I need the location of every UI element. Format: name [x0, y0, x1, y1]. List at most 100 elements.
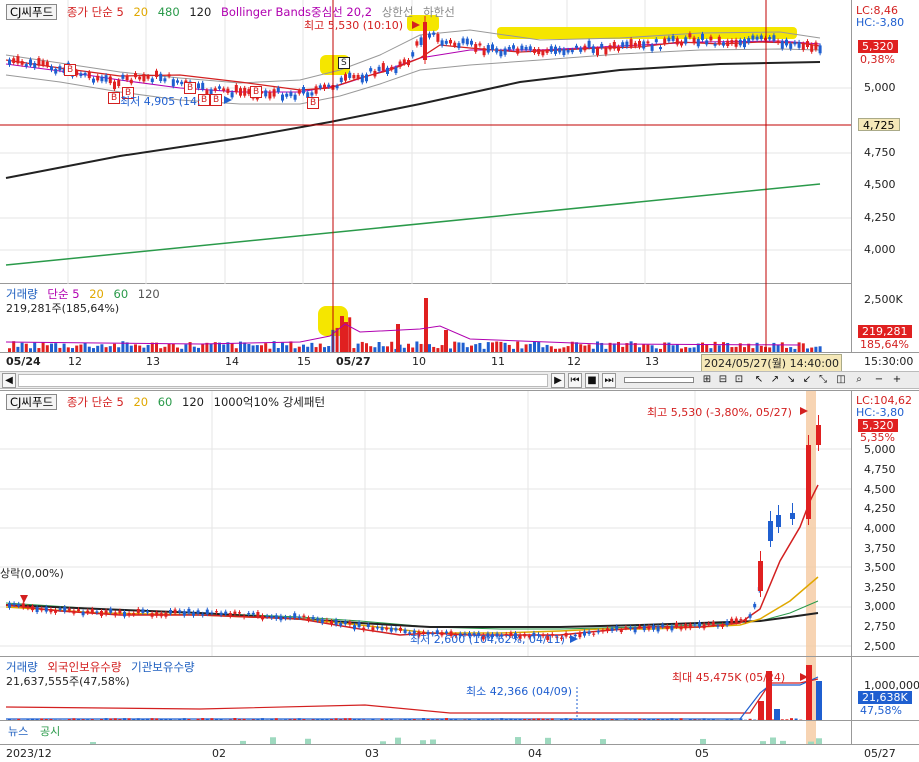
candle-body — [713, 43, 717, 46]
zoom-in-icon[interactable]: + — [890, 373, 904, 388]
candle-body — [373, 70, 377, 77]
jump-start-icon[interactable]: ⏮ — [568, 373, 582, 388]
volume-bar — [54, 343, 58, 352]
news-panel[interactable]: 뉴스 공시 — [0, 720, 851, 745]
daily-price-panel[interactable]: CJ씨푸드 종가 단순 5 20 60 120 1000억10% 강세패턴 최고… — [0, 390, 851, 657]
candle-body — [205, 609, 209, 615]
candle-body — [398, 61, 402, 67]
stock-code-label[interactable]: CJ씨푸드 — [6, 4, 58, 20]
daily-time-axis: 2023/12 02 03 04 05 05/27 — [0, 744, 919, 762]
candle-body — [503, 48, 507, 55]
intraday-price-panel[interactable]: B B B B B B B B S CJ씨푸드 종가 단순 5 20 480 1… — [0, 0, 851, 284]
candle-body — [670, 625, 674, 631]
candle-body — [279, 615, 283, 621]
stop-icon[interactable]: ■ — [585, 373, 599, 388]
candle-body — [17, 603, 21, 607]
candle-body — [465, 38, 469, 45]
candle-body — [339, 622, 343, 626]
buy-signal-marker: B — [250, 86, 263, 98]
candle-body — [748, 614, 752, 618]
candle-body — [150, 78, 154, 83]
candle-body — [169, 609, 172, 614]
candle-body — [491, 44, 494, 51]
candle-body — [776, 40, 780, 43]
jump-end-icon[interactable]: ⏭ — [602, 373, 616, 388]
tool-icon[interactable]: ⊡ — [732, 373, 746, 388]
candle-body — [155, 70, 158, 77]
candle-body — [453, 42, 457, 46]
legend-ma20: 20 — [133, 5, 149, 19]
candle-body — [818, 45, 822, 54]
y-tick: 4,000 — [864, 522, 896, 535]
candle-body — [86, 610, 90, 614]
candle-body — [182, 611, 186, 616]
candle-body — [461, 38, 465, 44]
candle-body — [403, 629, 407, 634]
scroll-left-button[interactable]: ◀ — [2, 373, 16, 388]
volume-bar — [503, 342, 507, 352]
candle-body — [24, 64, 28, 67]
tool-icon[interactable]: ⤡ — [816, 373, 830, 388]
search-icon[interactable]: ⌕ — [852, 373, 866, 388]
candle-body — [201, 613, 205, 616]
scroll-right-button[interactable]: ▶ — [551, 373, 565, 388]
candle-body — [606, 628, 609, 632]
volume-bar — [507, 344, 511, 352]
candle-body — [495, 48, 499, 53]
news-label: 뉴스 — [8, 725, 29, 738]
candle-body — [180, 81, 184, 85]
candle-body — [665, 625, 669, 630]
volume-bar — [579, 344, 583, 352]
volume-bar — [453, 341, 457, 352]
tool-icon[interactable]: ⊟ — [716, 373, 730, 388]
candle-body — [33, 63, 37, 68]
candle-body — [385, 627, 389, 630]
tool-icon[interactable]: ↖ — [752, 373, 766, 388]
candle-body — [390, 66, 394, 70]
daily-volume-panel[interactable]: 거래량 외국인보유수량 기관보유수량 21,637,555주(47,58%) 최… — [0, 656, 851, 721]
volume-bar — [575, 342, 578, 352]
intraday-price-axis[interactable]: LC:8,46 HC:-3,80 5,320 0,38% 5,000 4,725… — [851, 0, 919, 284]
candle-body — [499, 50, 503, 57]
candle-body — [285, 93, 289, 97]
zoom-slider[interactable] — [624, 377, 694, 383]
sell-signal-marker: S — [338, 57, 350, 69]
scrollbar-track[interactable] — [18, 374, 548, 387]
volume-bar — [797, 342, 801, 352]
candle-body — [104, 610, 108, 615]
intraday-volume-panel[interactable]: 거래량 단순 5 20 60 120 219,281주(185,64%) — [0, 284, 851, 352]
stock-code-label[interactable]: CJ씨푸드 — [6, 394, 58, 410]
candle-body — [251, 612, 255, 615]
zoom-out-icon[interactable]: − — [872, 373, 886, 388]
volume-bar — [289, 341, 293, 352]
candle-body — [281, 94, 284, 101]
candle-body — [399, 627, 402, 631]
daily-price-axis[interactable]: LC:104,62 HC:-3,80 5,320 5,35% 5,000 4,7… — [851, 390, 919, 656]
volume-bar — [260, 345, 263, 352]
candle-body — [159, 613, 163, 617]
legend-ma5: 종가 단순 5 — [66, 5, 124, 19]
candle-body — [377, 66, 381, 71]
candle-body — [141, 609, 145, 613]
intraday-volume-axis[interactable]: 2,500K 219,281 185,64% — [851, 284, 919, 352]
volume-bar — [816, 681, 822, 721]
tool-icon[interactable]: ↙ — [800, 373, 814, 388]
candle-body — [40, 608, 44, 611]
tool-icon[interactable]: ↗ — [768, 373, 782, 388]
candle-body — [652, 625, 655, 630]
daily-volume-axis[interactable]: 1,000,000 21,638K 47,58% — [851, 656, 919, 720]
volume-bar — [486, 342, 490, 352]
volume-bar — [457, 342, 461, 352]
tool-icon[interactable]: ⊞ — [700, 373, 714, 388]
legend-pattern: 1000억10% 강세패턴 — [213, 395, 326, 409]
tool-icon[interactable]: ↘ — [784, 373, 798, 388]
x-label: 12 — [567, 355, 581, 368]
candle-body — [738, 39, 742, 46]
candle-body — [617, 46, 620, 51]
candle-body — [432, 32, 436, 35]
intraday-time-axis: 05/24 12 13 14 15 05/27 10 11 12 13 2024… — [0, 352, 919, 372]
candle-body — [516, 48, 520, 54]
tool-icon[interactable]: ◫ — [834, 373, 848, 388]
volume-bar — [83, 342, 87, 352]
volume-pct: 185,64% — [860, 338, 909, 351]
